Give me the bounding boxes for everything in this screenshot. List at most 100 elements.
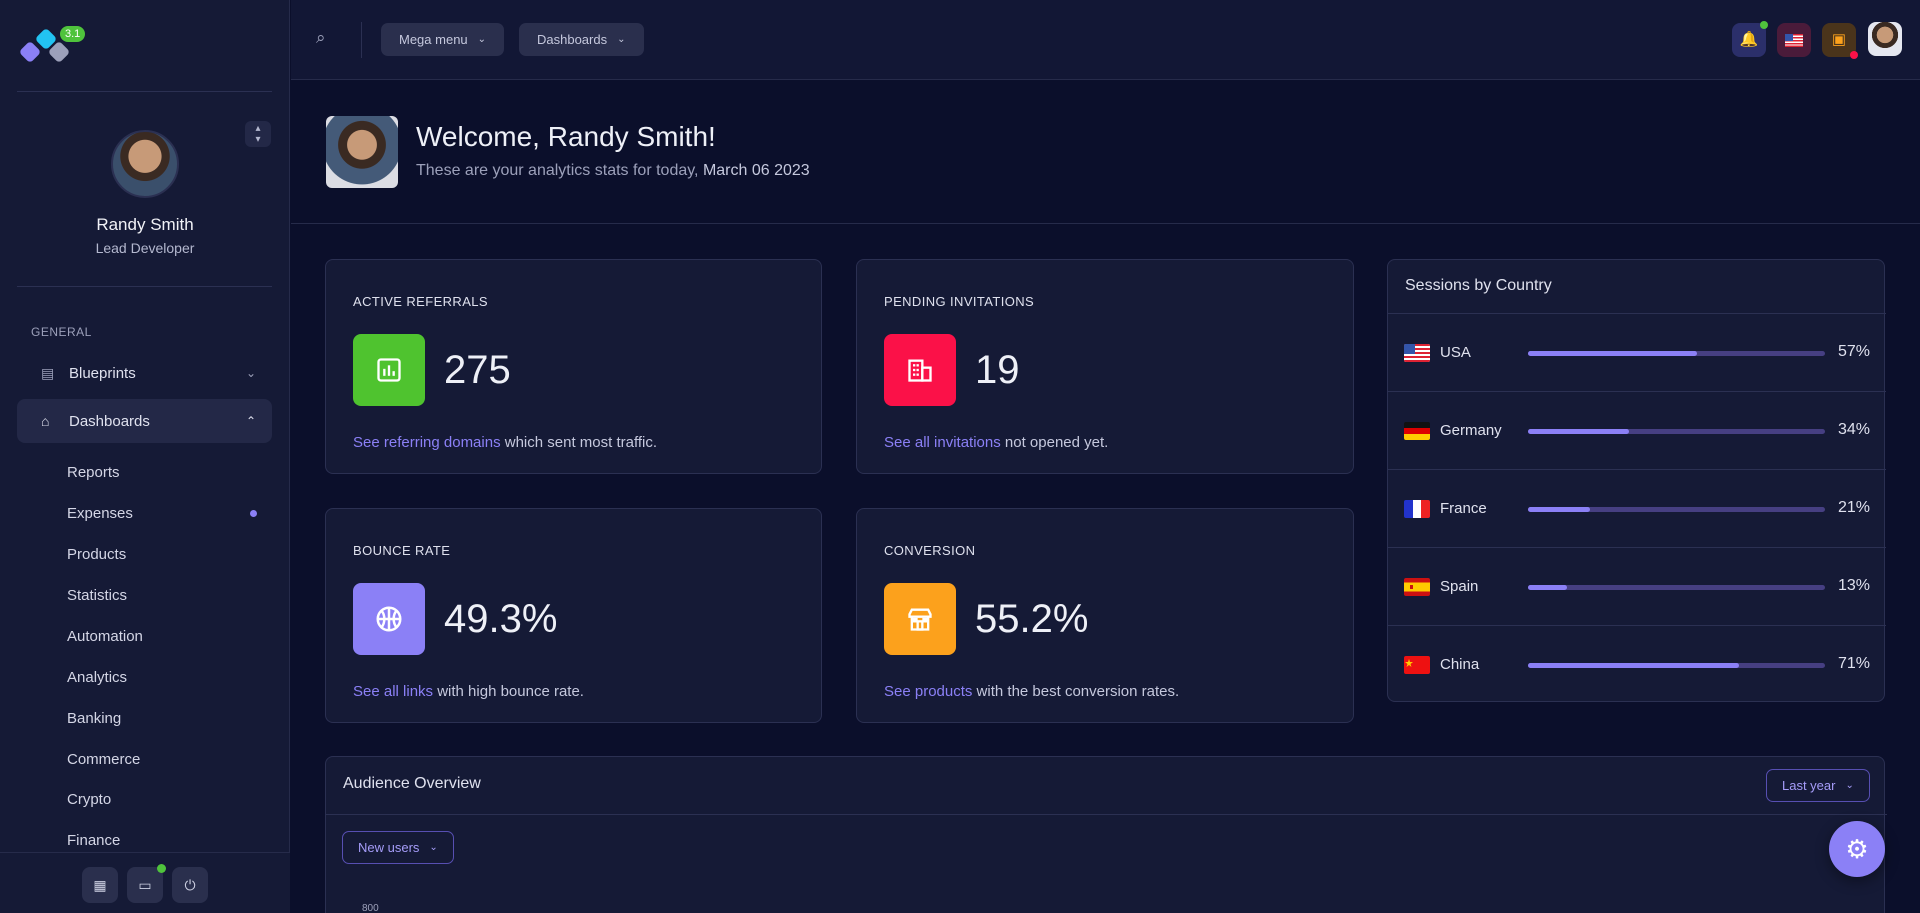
welcome-subtitle: These are your analytics stats for today… (416, 162, 810, 180)
de-flag-icon (1404, 422, 1430, 440)
progress-track (1528, 663, 1825, 668)
stat-description: See products with the best conversion ra… (884, 683, 1179, 700)
sidebar-item-dashboards[interactable]: ⌂ Dashboards ⌃ (17, 399, 272, 443)
progress-fill (1528, 663, 1739, 668)
sidebar-item-expenses[interactable]: Expenses (67, 505, 257, 522)
sidebar-item-reports[interactable]: Reports (67, 464, 257, 481)
blueprint-icon: ▤ (41, 365, 55, 381)
country-name: Germany (1440, 422, 1502, 439)
progress-fill (1528, 429, 1629, 434)
country-row: USA 57% (1388, 313, 1886, 391)
fr-flag-icon (1404, 500, 1430, 518)
calendar-icon[interactable]: ▦ (82, 867, 118, 903)
mega-menu-dropdown[interactable]: Mega menu ⌄ (381, 23, 505, 56)
page-title: Welcome, Randy Smith! (416, 121, 716, 152)
chat-icon[interactable]: ▭ (127, 864, 166, 903)
divider (17, 286, 272, 287)
sidebar-footer: ▦ ▭ ⏻ (0, 852, 290, 913)
sidebar-collapse-button[interactable]: ▴ ▾ (245, 121, 271, 147)
date-text: March 06 2023 (702, 162, 810, 179)
stat-label: BOUNCE RATE (353, 543, 451, 558)
dropdown-label: Mega menu (399, 32, 468, 47)
sidebar-item-automation[interactable]: Automation (67, 628, 257, 645)
stat-description-text: with high bounce rate. (433, 683, 584, 700)
sidebar-item-commerce[interactable]: Commerce (67, 751, 257, 768)
cn-flag-icon (1404, 656, 1430, 674)
sidebar-item-finance[interactable]: Finance (67, 832, 257, 849)
sidebar-item-blueprints[interactable]: ▤ Blueprints ⌄ (17, 351, 272, 395)
sidebar-item-label: Analytics (67, 669, 128, 686)
dashboards-dropdown[interactable]: Dashboards ⌄ (519, 23, 644, 56)
es-flag-icon (1404, 578, 1430, 596)
country-name: China (1440, 656, 1480, 673)
settings-gear-button[interactable]: ⚙ (1829, 821, 1885, 877)
dropdown-label: Last year (1782, 778, 1836, 793)
topbar: ⌕ Mega menu ⌄ Dashboards ⌄ 🔔 ▣ (291, 0, 1920, 80)
sidebar-item-statistics[interactable]: Statistics (67, 587, 257, 604)
us-flag-icon (1404, 344, 1430, 362)
stat-label: ACTIVE REFERRALS (353, 294, 488, 309)
card-title: Sessions by Country (1405, 277, 1552, 294)
referring-domains-link[interactable]: See referring domains (353, 434, 501, 451)
chevron-down-icon: ⌄ (617, 34, 626, 45)
subtitle-text: These are your analytics stats for today… (416, 162, 699, 179)
notification-icon[interactable]: 🔔 (1732, 21, 1768, 57)
sidebar-item-analytics[interactable]: Analytics (67, 669, 257, 686)
sidebar-item-banking[interactable]: Banking (67, 710, 257, 727)
all-links-link[interactable]: See all links (353, 683, 433, 700)
online-indicator (157, 864, 166, 873)
products-link[interactable]: See products (884, 683, 972, 700)
stat-label: PENDING INVITATIONS (884, 294, 1035, 309)
sidebar-item-label: Statistics (67, 587, 128, 604)
sidebar-item-crypto[interactable]: Crypto (67, 791, 257, 808)
sidebar-item-products[interactable]: Products (67, 546, 257, 563)
audience-overview-card: Audience Overview Last year ⌄ New users … (325, 756, 1887, 913)
sidebar-item-label: Crypto (67, 791, 112, 808)
sidebar-item-label: Banking (67, 710, 122, 727)
welcome-avatar (326, 116, 398, 188)
store-icon (884, 583, 956, 655)
divider (17, 91, 272, 92)
sidebar-item-label: Finance (67, 832, 121, 849)
language-flag-icon[interactable] (1777, 23, 1811, 57)
y-axis-tick-label: 800 (362, 903, 379, 913)
stat-card-bounce-rate: BOUNCE RATE 49.3% See all links with hig… (325, 508, 822, 723)
status-indicator (1760, 21, 1768, 29)
progress-track (1528, 351, 1825, 356)
stat-value: 55.2% (975, 597, 1089, 641)
metric-dropdown[interactable]: New users ⌄ (342, 831, 454, 864)
messages-icon[interactable]: ▣ (1822, 23, 1858, 59)
basketball-icon (353, 583, 425, 655)
profile-avatar[interactable] (111, 130, 179, 198)
period-dropdown[interactable]: Last year ⌄ (1766, 769, 1870, 802)
power-icon[interactable]: ⏻ (172, 867, 208, 903)
sessions-by-country-card: Sessions by Country USA 57% Germany 34% … (1387, 259, 1886, 702)
profile-role: Lead Developer (95, 240, 195, 256)
progress-track (1528, 585, 1825, 590)
progress-track (1528, 429, 1825, 434)
stat-description: See all invitations not opened yet. (884, 434, 1108, 451)
stat-value: 19 (975, 348, 1020, 392)
sidebar-item-label: Automation (67, 628, 143, 645)
divider (361, 22, 362, 58)
section-label: GENERAL (31, 325, 92, 339)
search-icon[interactable]: ⌕ (316, 28, 326, 48)
sidebar-item-label: Expenses (67, 505, 133, 522)
stat-card-conversion: CONVERSION 55.2% See products with the b… (856, 508, 1354, 723)
gear-icon: ⚙ (1845, 834, 1869, 864)
progress-track (1528, 507, 1825, 512)
dashboard-icon: ⌂ (41, 413, 50, 429)
progress-fill (1528, 351, 1698, 356)
chart-icon (353, 334, 425, 406)
country-percent: 21% (1837, 499, 1870, 516)
stat-description: See all links with high bounce rate. (353, 683, 584, 700)
user-avatar[interactable] (1868, 22, 1902, 56)
progress-fill (1528, 585, 1567, 590)
invitations-link[interactable]: See all invitations (884, 434, 1001, 451)
chevron-down-icon: ⌄ (245, 366, 256, 380)
dropdown-label: New users (358, 840, 420, 855)
stat-description-text: which sent most traffic. (500, 434, 658, 451)
chevron-up-icon: ⌃ (245, 414, 256, 428)
version-badge: 3.1 (60, 26, 86, 42)
profile-name: Randy Smith (96, 215, 194, 234)
